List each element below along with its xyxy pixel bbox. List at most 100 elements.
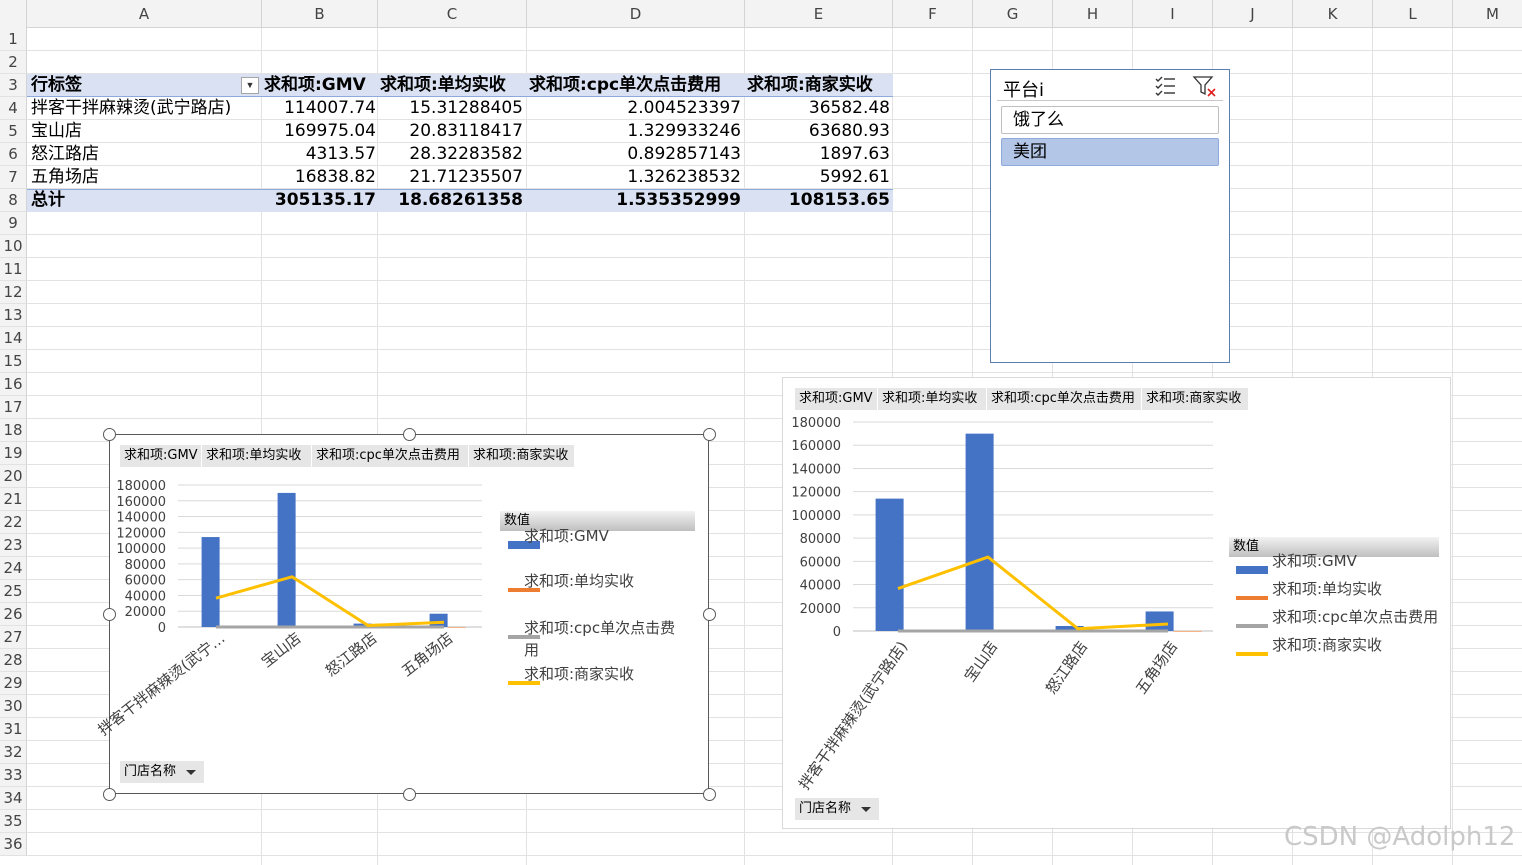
row-header[interactable]: 21	[0, 488, 27, 511]
pivot-total-cell[interactable]: 1.535352999	[529, 189, 741, 212]
chart-legend-entry[interactable]: 求和项:cpc单次点击费用	[1272, 606, 1438, 628]
chart-resize-handle[interactable]	[403, 788, 416, 801]
axis-field-dropdown[interactable]: 门店名称	[795, 798, 880, 820]
pivot-total-label[interactable]: 总计	[31, 189, 241, 212]
chart-resize-handle[interactable]	[703, 608, 716, 621]
row-header[interactable]: 6	[0, 143, 27, 166]
column-header[interactable]: E	[745, 0, 893, 28]
chart-bar[interactable]	[201, 537, 220, 627]
column-header[interactable]: L	[1373, 0, 1453, 28]
chart-resize-handle[interactable]	[103, 788, 116, 801]
row-header[interactable]: 2	[0, 51, 27, 74]
clear-filter-icon[interactable]	[1192, 74, 1218, 98]
row-header[interactable]: 10	[0, 235, 27, 258]
row-header[interactable]: 15	[0, 350, 27, 373]
pivot-value-cell[interactable]: 169975.04	[264, 120, 376, 143]
row-header[interactable]: 20	[0, 465, 27, 488]
pivot-column-header[interactable]: 行标签	[31, 74, 241, 97]
pivot-value-cell[interactable]: 1.326238532	[529, 166, 741, 189]
select-all-corner[interactable]	[0, 0, 27, 28]
pivot-value-cell[interactable]: 63680.93	[747, 120, 890, 143]
chart-legend-entry[interactable]: 求和项:GMV	[524, 525, 609, 547]
column-header[interactable]: F	[893, 0, 973, 28]
row-header[interactable]: 4	[0, 97, 27, 120]
row-header[interactable]: 13	[0, 304, 27, 327]
chart-resize-handle[interactable]	[403, 428, 416, 441]
row-header[interactable]: 3	[0, 74, 27, 97]
chart-legend-entry[interactable]: 求和项:GMV	[1272, 550, 1357, 572]
pivot-row-label[interactable]: 拌客干拌麻辣烫(武宁路店)	[31, 97, 241, 120]
pivot-column-header[interactable]: 求和项:商家实收	[747, 74, 890, 97]
chart-legend-entry[interactable]: 求和项:商家实收	[524, 663, 634, 685]
row-header[interactable]: 26	[0, 603, 27, 626]
chart-resize-handle[interactable]	[103, 428, 116, 441]
chart-bar[interactable]	[1145, 611, 1174, 631]
column-header[interactable]: H	[1053, 0, 1133, 28]
chart-resize-handle[interactable]	[703, 428, 716, 441]
pivot-row-label[interactable]: 宝山店	[31, 120, 241, 143]
row-header[interactable]: 36	[0, 833, 27, 856]
row-label-filter-dropdown[interactable]: ▼	[241, 77, 259, 94]
chart-bar[interactable]	[447, 626, 466, 628]
column-header[interactable]: K	[1293, 0, 1373, 28]
pivot-value-cell[interactable]: 5992.61	[747, 166, 890, 189]
pivot-chart-2[interactable]: 求和项:GMV 求和项:单均实收 求和项:cpc单次点击费用 求和项:商家实收 0 200…	[782, 377, 1451, 829]
row-header[interactable]: 31	[0, 718, 27, 741]
row-header[interactable]: 32	[0, 741, 27, 764]
multi-select-icon[interactable]	[1153, 74, 1179, 98]
pivot-value-cell[interactable]: 15.31288405	[380, 97, 523, 120]
row-header[interactable]: 22	[0, 511, 27, 534]
pivot-chart-1[interactable]: 求和项:GMV 求和项:单均实收 求和项:cpc单次点击费用 求和项:商家实收 0 200…	[95, 428, 716, 801]
chart-bar[interactable]	[965, 433, 994, 631]
pivot-row-label[interactable]: 怒江路店	[31, 143, 241, 166]
chart-resize-handle[interactable]	[703, 788, 716, 801]
row-header[interactable]: 30	[0, 695, 27, 718]
chart-bar[interactable]	[875, 498, 904, 631]
row-header[interactable]: 11	[0, 258, 27, 281]
pivot-value-cell[interactable]: 16838.82	[264, 166, 376, 189]
pivot-value-cell[interactable]: 0.892857143	[529, 143, 741, 166]
chart-legend-entry[interactable]: 用	[524, 639, 539, 661]
chart-series-line[interactable]	[215, 575, 445, 628]
row-header[interactable]: 27	[0, 626, 27, 649]
chart-bar[interactable]	[1173, 630, 1202, 632]
pivot-value-cell[interactable]: 2.004523397	[529, 97, 741, 120]
row-header[interactable]: 17	[0, 396, 27, 419]
row-header[interactable]: 12	[0, 281, 27, 304]
pivot-value-cell[interactable]: 28.32283582	[380, 143, 523, 166]
pivot-value-cell[interactable]: 4313.57	[264, 143, 376, 166]
row-header[interactable]: 25	[0, 580, 27, 603]
chart-legend-entry[interactable]: 求和项:单均实收	[1272, 578, 1382, 600]
chart-bar[interactable]	[429, 613, 448, 627]
row-header[interactable]: 23	[0, 534, 27, 557]
row-header[interactable]: 7	[0, 166, 27, 189]
column-header[interactable]: D	[527, 0, 745, 28]
slicer-item-meituan[interactable]: 美团	[1001, 138, 1219, 166]
column-header[interactable]: M	[1453, 0, 1522, 28]
slicer-item-eleme[interactable]: 饿了么	[1001, 106, 1219, 134]
pivot-column-header[interactable]: 求和项:GMV	[264, 74, 376, 97]
row-header[interactable]: 29	[0, 672, 27, 695]
pivot-total-cell[interactable]: 305135.17	[264, 189, 376, 212]
column-header[interactable]: B	[262, 0, 378, 28]
row-header[interactable]: 35	[0, 810, 27, 833]
pivot-column-header[interactable]: 求和项:cpc单次点击费用	[529, 74, 741, 97]
row-header[interactable]: 34	[0, 787, 27, 810]
chart-legend-entry[interactable]: 求和项:cpc单次点击费	[524, 617, 675, 639]
row-header[interactable]: 24	[0, 557, 27, 580]
column-header[interactable]: C	[378, 0, 527, 28]
column-header[interactable]: J	[1213, 0, 1293, 28]
pivot-value-cell[interactable]: 36582.48	[747, 97, 890, 120]
pivot-column-header[interactable]: 求和项:单均实收	[380, 74, 523, 97]
row-header[interactable]: 1	[0, 28, 27, 51]
pivot-value-cell[interactable]: 20.83118417	[380, 120, 523, 143]
column-header[interactable]: I	[1133, 0, 1213, 28]
pivot-total-cell[interactable]: 18.68261358	[380, 189, 523, 212]
pivot-value-cell[interactable]: 21.71235507	[380, 166, 523, 189]
column-header[interactable]: A	[27, 0, 262, 28]
row-header[interactable]: 9	[0, 212, 27, 235]
chart-legend-entry[interactable]: 求和项:商家实收	[1272, 634, 1382, 656]
row-header[interactable]: 19	[0, 442, 27, 465]
axis-field-dropdown[interactable]: 门店名称	[120, 761, 205, 783]
chart-series-line[interactable]	[897, 555, 1169, 631]
